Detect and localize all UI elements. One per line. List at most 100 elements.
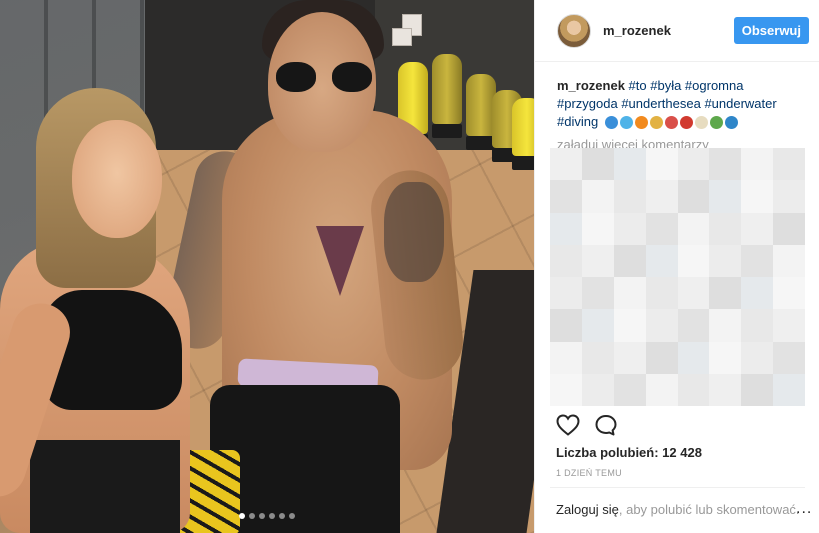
login-link[interactable]: Zaloguj się xyxy=(556,502,619,517)
woman-face xyxy=(72,120,162,238)
blurred-cell xyxy=(677,309,710,342)
blurred-cell xyxy=(645,244,678,277)
blurred-cell xyxy=(613,341,646,374)
blurred-cell xyxy=(581,309,614,342)
carousel-dot[interactable] xyxy=(269,513,275,519)
post-photo[interactable] xyxy=(0,0,534,533)
globe-emoji xyxy=(724,116,738,130)
blurred-cell xyxy=(645,212,678,245)
caption-username[interactable]: m_rozenek xyxy=(557,78,625,93)
crab-emoji xyxy=(679,116,693,130)
avatar[interactable] xyxy=(557,13,591,48)
blurred-cell xyxy=(645,341,678,374)
blurred-cell xyxy=(550,309,582,342)
carousel-dot[interactable] xyxy=(279,513,285,519)
comment-icon[interactable] xyxy=(594,414,618,441)
username-link[interactable]: m_rozenek xyxy=(603,23,734,38)
carousel-indicator xyxy=(0,513,534,519)
blurred-cell xyxy=(645,277,678,310)
wave-emoji xyxy=(604,116,618,130)
post-timestamp: 1 DZIEŃ TEMU xyxy=(556,468,622,478)
blurred-cell xyxy=(709,212,742,245)
blurred-cell xyxy=(741,180,774,213)
blurred-cell xyxy=(613,212,646,245)
caption: m_rozenek #to #była #ogromna #przygoda #… xyxy=(535,62,819,131)
blurred-cell xyxy=(741,212,774,245)
octopus-emoji xyxy=(664,116,678,130)
blurred-cell xyxy=(550,277,582,310)
diving-tank xyxy=(512,98,534,170)
blurred-cell xyxy=(677,148,710,181)
chest-tattoo xyxy=(316,226,364,296)
carousel-dot[interactable] xyxy=(259,513,265,519)
blurred-cell xyxy=(709,341,742,374)
blurred-cell xyxy=(709,309,742,342)
blurred-cell xyxy=(613,373,646,406)
blurred-cell xyxy=(709,277,742,310)
blurred-cell xyxy=(677,180,710,213)
blurred-cell xyxy=(677,341,710,374)
blurred-comments xyxy=(550,148,805,406)
login-prompt: Zaloguj się, aby polubić lub skomentować… xyxy=(556,502,800,517)
heart-icon[interactable] xyxy=(556,414,580,441)
blurred-cell xyxy=(613,309,646,342)
shell-emoji xyxy=(694,116,708,130)
blurred-cell xyxy=(613,277,646,310)
whale-emoji xyxy=(619,116,633,130)
blurred-cell xyxy=(741,148,774,181)
blurred-cell xyxy=(773,212,805,245)
blurred-cell xyxy=(550,212,582,245)
post-header: m_rozenek Obserwuj xyxy=(535,0,819,62)
follow-button[interactable]: Obserwuj xyxy=(733,17,809,44)
blurred-cell xyxy=(613,148,646,181)
blurred-cell xyxy=(677,244,710,277)
blurred-cell xyxy=(709,244,742,277)
blurred-cell xyxy=(709,373,742,406)
blurred-cell xyxy=(773,180,805,213)
more-options-icon[interactable]: ... xyxy=(796,500,812,518)
blurred-cell xyxy=(550,373,582,406)
blurred-cell xyxy=(550,148,582,181)
blurred-cell xyxy=(613,180,646,213)
blurred-cell xyxy=(581,212,614,245)
caption-emojis xyxy=(604,116,738,130)
blurred-cell xyxy=(581,244,614,277)
diving-tank xyxy=(432,54,462,138)
action-bar xyxy=(556,414,618,441)
carousel-dot[interactable] xyxy=(239,513,245,519)
blurred-cell xyxy=(581,148,614,181)
login-prompt-text: , aby polubić lub skomentować. xyxy=(618,502,800,517)
wall-sign xyxy=(392,28,412,46)
blurred-cell xyxy=(550,180,582,213)
carousel-dot[interactable] xyxy=(249,513,255,519)
turtle-emoji xyxy=(709,116,723,130)
woman-wetsuit xyxy=(30,440,180,533)
likes-count[interactable]: Liczba polubień: 12 428 xyxy=(556,445,702,460)
blurred-cell xyxy=(709,180,742,213)
carousel-dot[interactable] xyxy=(289,513,295,519)
blurred-cell xyxy=(613,244,646,277)
blurred-cell xyxy=(741,309,774,342)
blurred-cell xyxy=(645,373,678,406)
blurred-cell xyxy=(677,373,710,406)
blurred-cell xyxy=(581,341,614,374)
blurred-cell xyxy=(773,148,805,181)
blurred-cell xyxy=(741,277,774,310)
blurred-cell xyxy=(581,277,614,310)
divider xyxy=(550,487,805,488)
sunglasses xyxy=(276,62,372,94)
blurred-cell xyxy=(581,180,614,213)
blurred-cell xyxy=(773,277,805,310)
blurred-cell xyxy=(741,244,774,277)
blowfish-emoji xyxy=(649,116,663,130)
blurred-cell xyxy=(677,212,710,245)
blurred-cell xyxy=(773,373,805,406)
blurred-cell xyxy=(773,244,805,277)
blurred-cell xyxy=(581,373,614,406)
blurred-cell xyxy=(645,180,678,213)
blurred-cell xyxy=(773,341,805,374)
blurred-cell xyxy=(773,309,805,342)
blurred-cell xyxy=(741,373,774,406)
blurred-cell xyxy=(550,341,582,374)
blurred-cell xyxy=(677,277,710,310)
